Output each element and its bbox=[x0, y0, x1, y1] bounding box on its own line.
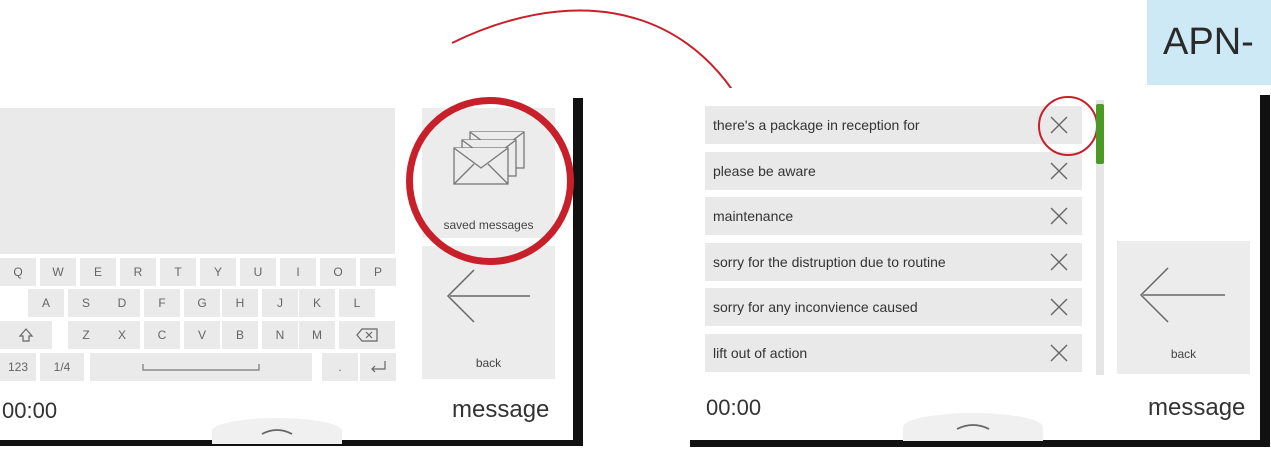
saved-message-text: there's a package in reception for bbox=[713, 117, 920, 133]
saved-message-item[interactable]: lift out of action bbox=[705, 334, 1082, 372]
saved-message-text: maintenance bbox=[713, 208, 794, 224]
bottom-handle-right[interactable] bbox=[903, 413, 1043, 441]
back-arrow-icon bbox=[1139, 267, 1225, 323]
saved-message-item[interactable]: maintenance bbox=[705, 197, 1082, 235]
saved-message-item[interactable]: sorry for the distruption due to routine bbox=[705, 243, 1082, 281]
saved-message-item[interactable]: there's a package in reception for bbox=[705, 106, 1082, 144]
back-button-right[interactable]: back bbox=[1117, 241, 1250, 374]
delete-message-icon[interactable] bbox=[1048, 160, 1070, 182]
saved-message-item[interactable]: sorry for any inconvience caused bbox=[705, 288, 1082, 326]
delete-message-icon[interactable] bbox=[1048, 296, 1070, 318]
delete-highlight-circle bbox=[1038, 96, 1098, 156]
saved-message-text: lift out of action bbox=[713, 345, 808, 361]
handle-chevron-icon bbox=[956, 424, 990, 430]
delete-message-icon[interactable] bbox=[1048, 251, 1070, 273]
delete-message-icon[interactable] bbox=[1048, 342, 1070, 364]
saved-message-item[interactable]: please be aware bbox=[705, 152, 1082, 190]
saved-message-text: please be aware bbox=[713, 163, 816, 179]
time-display-right: 00:00 bbox=[706, 395, 762, 420]
screen-title-right: message bbox=[1148, 394, 1246, 421]
saved-message-text: sorry for the distruption due to routine bbox=[713, 254, 946, 270]
scrollbar-thumb[interactable] bbox=[1096, 104, 1104, 164]
back-label-right: back bbox=[1170, 347, 1197, 361]
saved-message-text: sorry for any inconvience caused bbox=[713, 299, 918, 315]
delete-message-icon[interactable] bbox=[1048, 205, 1070, 227]
